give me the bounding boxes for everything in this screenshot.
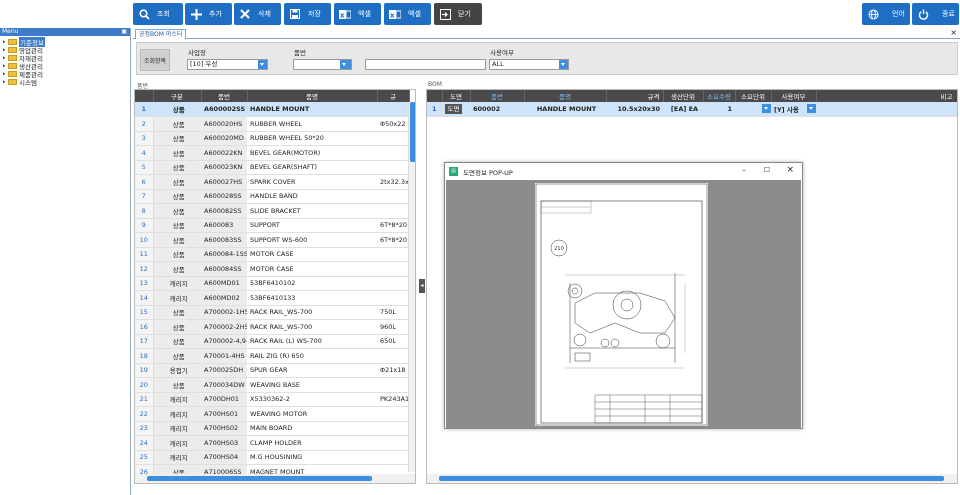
table-row[interactable]: 21캐리지A700DH01X5330362-2PK243A1-S [135, 392, 409, 407]
search-icon [133, 3, 155, 25]
minimize-icon[interactable]: – [742, 166, 746, 175]
table-row[interactable]: 25 캐리지 A700HS04 M.G HOUSINING [135, 450, 409, 465]
folder-icon [8, 71, 17, 77]
chevron-down-icon[interactable] [559, 60, 568, 69]
bom-row[interactable]: 1 도면 600002 HANDLE MOUNT 10.5x20x30 [EA]… [427, 102, 957, 117]
app-icon: ▤ [449, 167, 458, 176]
table-row[interactable]: 20 상품 A700034DW WEAVING BASE [135, 377, 409, 393]
use-flag-select[interactable]: [Y] 사용 [771, 102, 816, 117]
table-row[interactable]: 6상품A600027HSSPARK COVER2tx32.3x65 [135, 174, 409, 190]
close-icon [234, 3, 256, 25]
panel-splitter[interactable]: ◂ [419, 279, 425, 293]
maximize-icon[interactable]: ☐ [764, 166, 770, 174]
table-row[interactable]: 3 상품 A600020MD RUBBER WHEEL 50*20 [135, 131, 409, 146]
add-button[interactable]: 추가 [185, 3, 232, 25]
power-icon [912, 3, 934, 25]
pin-icon[interactable]: ▣ [121, 28, 127, 36]
table-row[interactable]: 9상품A600083SUPPORT6T*8*20 2 [135, 218, 409, 233]
bom-grid-hscroll[interactable] [427, 474, 957, 483]
folder-icon [8, 55, 17, 61]
folder-icon [8, 79, 17, 85]
excel-icon: x [384, 3, 406, 25]
site-select[interactable]: [10] 우성 [187, 59, 268, 70]
technical-drawing: 210 [535, 183, 708, 426]
left-menu: Menu ▣ ▸ 기준정보 ▸ 영업관리 ▸ 자재관리 ▸ 생산관리 ▸ 제품관리 ▸ 시스… [0, 28, 131, 495]
table-row[interactable]: 24 캐리지 A700HS03 CLAMP HOLDER [135, 435, 409, 451]
svg-text:x: x [340, 11, 345, 19]
item-grid-vscroll[interactable] [408, 102, 415, 472]
tab-bar: 공정BOM 마스터 × [133, 28, 960, 39]
table-row[interactable]: 15 상품 A700002-1HS RACK RAIL_WS-700 750L [135, 305, 409, 320]
close-icon[interactable]: × [786, 165, 794, 175]
table-row[interactable]: 1 상품 A600002SS HANDLE MOUNT [135, 102, 409, 117]
drawing-viewer: 210 [446, 180, 801, 428]
table-row[interactable]: 12 상품 A600084SS MOTOR CASE [135, 261, 409, 277]
menu-header: Menu ▣ [0, 28, 130, 36]
site-label: 사업장 [188, 49, 206, 57]
table-row[interactable]: 18 상품 A70001-4HS RAIL ZIG (R) 650 [135, 348, 409, 364]
use-select[interactable]: ALL [489, 59, 569, 70]
tab-process-bom-master[interactable]: 공정BOM 마스터 [135, 29, 187, 39]
right-grid-title: BOM [428, 81, 442, 88]
item-code-input[interactable] [293, 59, 352, 70]
excel-upload-button[interactable]: x 엑셀 [384, 3, 431, 25]
drawing-popup: ▤ 도면정보 POP-UP – ☐ × 210 [444, 162, 803, 429]
chevron-down-icon[interactable] [258, 60, 267, 69]
scroll-thumb[interactable] [410, 102, 415, 162]
table-row[interactable]: 13 캐리지 A600MD01 53BF6410102 [135, 276, 409, 291]
item-name-input[interactable] [365, 59, 486, 70]
delete-button[interactable]: 삭제 [234, 3, 281, 25]
close-tab-icon[interactable]: × [950, 28, 957, 37]
menu-item-system[interactable]: ▸ 시스템 [0, 78, 130, 87]
item-grid-hscroll[interactable] [135, 474, 415, 483]
table-row[interactable]: 11 상품 A600084-1SS MOTOR CASE [135, 247, 409, 262]
toolbar: 조회 추가 삭제 저장 x 엑셀 x 엑셀 닫기 언어 종료 [0, 0, 960, 28]
table-row[interactable]: 4 상품 A600022KN BEVEL GEAR(MOTOR) [135, 145, 409, 161]
close-button[interactable]: 닫기 [434, 3, 482, 25]
table-row[interactable]: 19 용접기 A700025DH SPUR GEAR Φ21x18 [135, 363, 409, 378]
use-label: 사용여부 [490, 49, 514, 57]
drawing-sheet: 210 [535, 183, 708, 426]
item-grid-header: 구분 품번 품명 규 [135, 90, 410, 102]
table-row[interactable]: 7 상품 A600028SS HANDLE BAND [135, 189, 409, 204]
plus-icon [185, 3, 207, 25]
popup-titlebar[interactable]: ▤ 도면정보 POP-UP – ☐ × [445, 163, 802, 180]
search-section-label: 조회항목 [140, 49, 170, 71]
scroll-thumb[interactable] [147, 476, 372, 481]
bom-grid-header: 도면 품번 품명 규격 생산단위 소요수량 소요단위 사용여부 비고 [427, 90, 957, 102]
item-grid: 구분 품번 품명 규 1 상품 A600002SS HANDLE MOUNT 2 상품 A6… [134, 89, 416, 484]
exit-button[interactable]: 종료 [912, 3, 959, 25]
item-label: 품번 [294, 49, 306, 57]
table-row[interactable]: 23 캐리지 A700HS02 MAIN BOARD [135, 421, 409, 436]
unit-select[interactable] [735, 102, 771, 117]
search-button[interactable]: 조회 [133, 3, 183, 25]
excel-download-button[interactable]: x 엑셀 [334, 3, 381, 25]
folder-icon [8, 47, 17, 53]
table-row[interactable]: 2 상품 A600020HS RUBBER WHEEL Φ50x22 [135, 116, 409, 132]
drawing-button[interactable]: 도면 [444, 104, 463, 114]
table-row[interactable]: 14 캐리지 A600MD02 53BF6410133 [135, 290, 409, 306]
chevron-down-icon[interactable] [762, 104, 771, 113]
table-row[interactable]: 17상품A700002-4,9-...RACK RAIL (L) WS-7006… [135, 334, 409, 349]
table-row[interactable]: 5 상품 A600023KN BEVEL GEAR(SHAFT) [135, 160, 409, 175]
chevron-down-icon[interactable] [807, 104, 816, 113]
folder-icon [8, 63, 17, 69]
table-row[interactable]: 16 상품 A700002-2HS RACK RAIL_WS-700 960L [135, 319, 409, 335]
excel-icon: x [334, 3, 356, 25]
folder-icon [8, 39, 17, 45]
part-number-label: 210 [554, 246, 564, 252]
scroll-thumb[interactable] [439, 476, 944, 481]
globe-icon [862, 3, 884, 25]
floppy-icon [284, 3, 306, 25]
exit-icon [434, 3, 456, 25]
svg-text:x: x [390, 11, 395, 19]
search-panel: 조회항목 사업장 [10] 우성 품번 사용여부 ALL [136, 42, 958, 75]
table-row[interactable]: 10상품A600083SSSUPPORT WS-6006T*8*20 2 [135, 232, 409, 248]
save-button[interactable]: 저장 [284, 3, 331, 25]
lookup-icon[interactable] [340, 60, 351, 69]
language-button[interactable]: 언어 [862, 3, 910, 25]
table-row[interactable]: 22 캐리지 A700HS01 WEAVING MOTOR [135, 406, 409, 422]
table-row[interactable]: 8 상품 A600082SS SLIDE BRACKET [135, 203, 409, 219]
